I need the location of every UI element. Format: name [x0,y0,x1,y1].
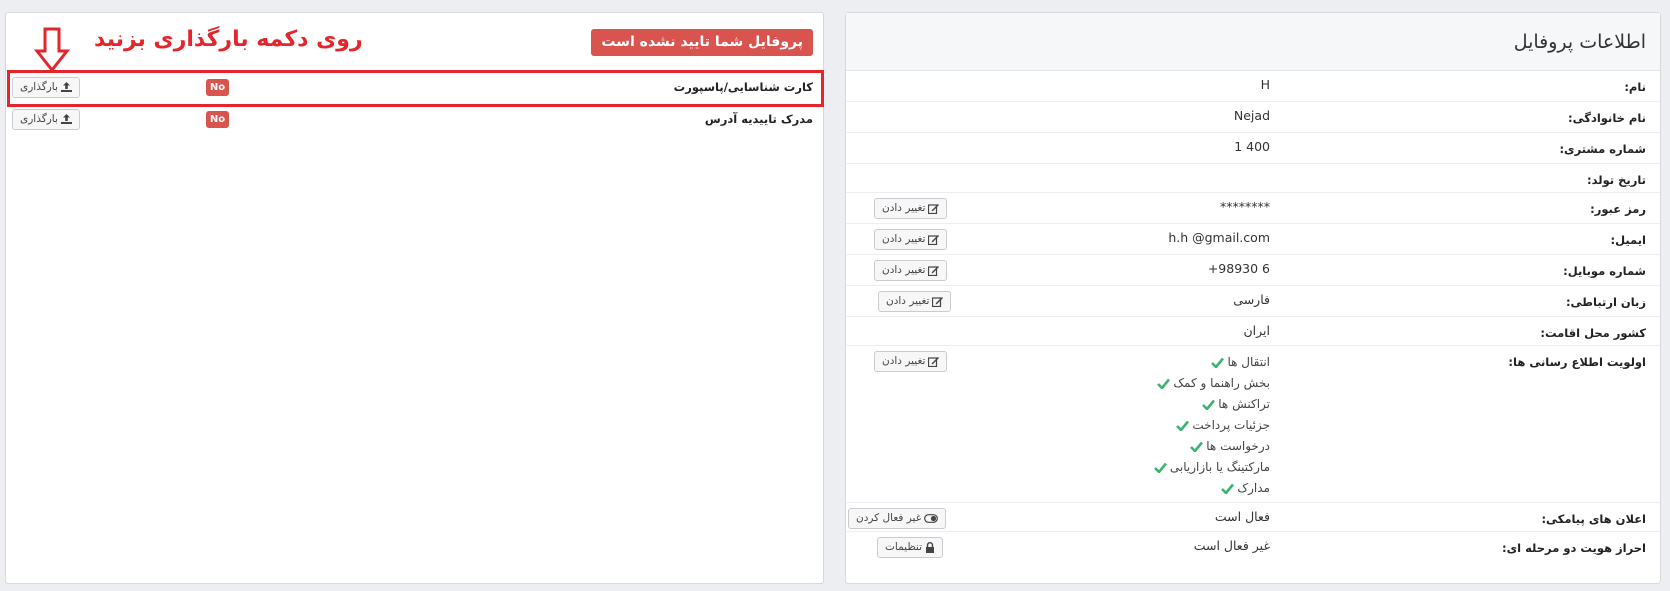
highlight-frame [7,70,824,107]
change-email-button[interactable]: تغییر دادن [874,229,948,250]
check-icon [1211,357,1225,368]
change-language-button[interactable]: تغییر دادن [878,291,952,312]
profile-row-customer-number: شماره مشتری: 1 400 [846,133,1660,164]
upload-icon [60,114,72,124]
upload-button[interactable]: بارگذاری [12,109,80,130]
document-label: مدرک تاییدیه آدرس [704,112,813,126]
profile-row-birth-date: تاریخ تولد: [846,164,1660,193]
profile-panel: اطلاعات پروفایل نام: H نام خانوادگی: Nej… [845,12,1661,584]
check-icon [1190,441,1204,452]
row-value: 1 400 [1234,139,1270,154]
check-icon [1221,483,1235,494]
profile-row-notification-priority: اولویت اطلاع رسانی ها: انتقال ها بخش راه… [846,346,1660,503]
profile-row-first-name: نام: H [846,71,1660,102]
document-row-address-proof: مدرک تاییدیه آدرس No بارگذاری [6,105,823,133]
row-label: ایمیل: [1610,233,1646,247]
list-item: درخواست ها [1154,436,1270,457]
profile-row-password: رمز عبور: ******** تغییر دادن [846,193,1660,224]
profile-row-language: زبان ارتباطی: فارسی تغییر دادن [846,286,1660,317]
upload-instruction: روی دکمه بارگذاری بزنید [94,27,363,52]
row-value: ایران [1243,323,1270,338]
edit-icon [928,356,940,367]
edit-icon [932,296,944,307]
row-label: کشور محل اقامت: [1540,326,1646,340]
edit-icon [928,203,940,214]
change-password-button[interactable]: تغییر دادن [874,198,948,219]
row-label: احراز هویت دو مرحله ای: [1502,541,1646,555]
row-label: رمز عبور: [1590,202,1646,216]
profile-row-two-factor: احراز هویت دو مرحله ای: غیر فعال است تنظ… [846,532,1660,563]
down-arrow-icon [34,27,70,73]
row-value: Nejad [1233,108,1270,123]
row-label: نام: [1624,80,1646,94]
profile-row-last-name: نام خانوادگی: Nejad [846,102,1660,133]
check-icon [1154,462,1167,473]
row-label: اعلان های پیامکی: [1541,512,1646,526]
change-notification-priority-button[interactable]: تغییر دادن [874,351,948,372]
row-label: شماره موبایل: [1563,264,1646,278]
check-icon [1176,420,1190,431]
row-value: H [1260,77,1270,92]
list-item: بخش راهنما و کمک [1154,373,1270,394]
check-icon [1157,378,1171,389]
row-value: فعال است [1214,509,1270,524]
list-item: تراکنش ها [1154,394,1270,415]
profile-row-email: ایمیل: h.h @gmail.com تغییر دادن [846,224,1660,255]
profile-row-sms-alerts: اعلان های پیامکی: فعال است غیر فعال کردن [846,503,1660,532]
profile-not-verified-badge: پروفایل شما تایید نشده است [591,29,813,56]
list-item: جزئیات پرداخت [1154,415,1270,436]
disable-sms-button[interactable]: غیر فعال کردن [848,508,947,529]
row-label: تاریخ تولد: [1587,173,1646,187]
documents-panel: پروفایل شما تایید نشده است روی دکمه بارگ… [5,12,824,584]
list-item: مارکتینگ یا بازاریابی [1154,457,1270,478]
profile-row-country: کشور محل اقامت: ایران [846,317,1660,346]
row-label: نام خانوادگی: [1568,111,1646,125]
two-factor-settings-button[interactable]: تنظیمات [877,537,944,558]
row-value: +98930 6 [1207,261,1270,276]
check-icon [1202,399,1216,410]
row-value: ******** [1220,199,1270,214]
edit-icon [928,234,940,245]
page-title: اطلاعات پروفایل [846,13,1660,71]
toggle-icon [924,513,939,523]
change-mobile-button[interactable]: تغییر دادن [874,260,948,281]
row-label: زبان ارتباطی: [1565,295,1646,309]
list-item: انتقال ها [1154,352,1270,373]
edit-icon [928,265,940,276]
profile-row-mobile: شماره موبایل: +98930 6 تغییر دادن [846,255,1660,286]
lock-icon [926,541,935,553]
list-item: مدارک [1154,478,1270,499]
status-badge: No [206,111,229,128]
row-label: اولویت اطلاع رسانی ها: [1508,355,1646,369]
row-label: شماره مشتری: [1559,142,1646,156]
row-value: h.h @gmail.com [1168,230,1270,245]
row-value: فارسی [1233,292,1270,307]
row-value: غیر فعال است [1193,538,1270,553]
notification-list: انتقال ها بخش راهنما و کمک تراکنش ها جزئ… [1154,352,1270,499]
